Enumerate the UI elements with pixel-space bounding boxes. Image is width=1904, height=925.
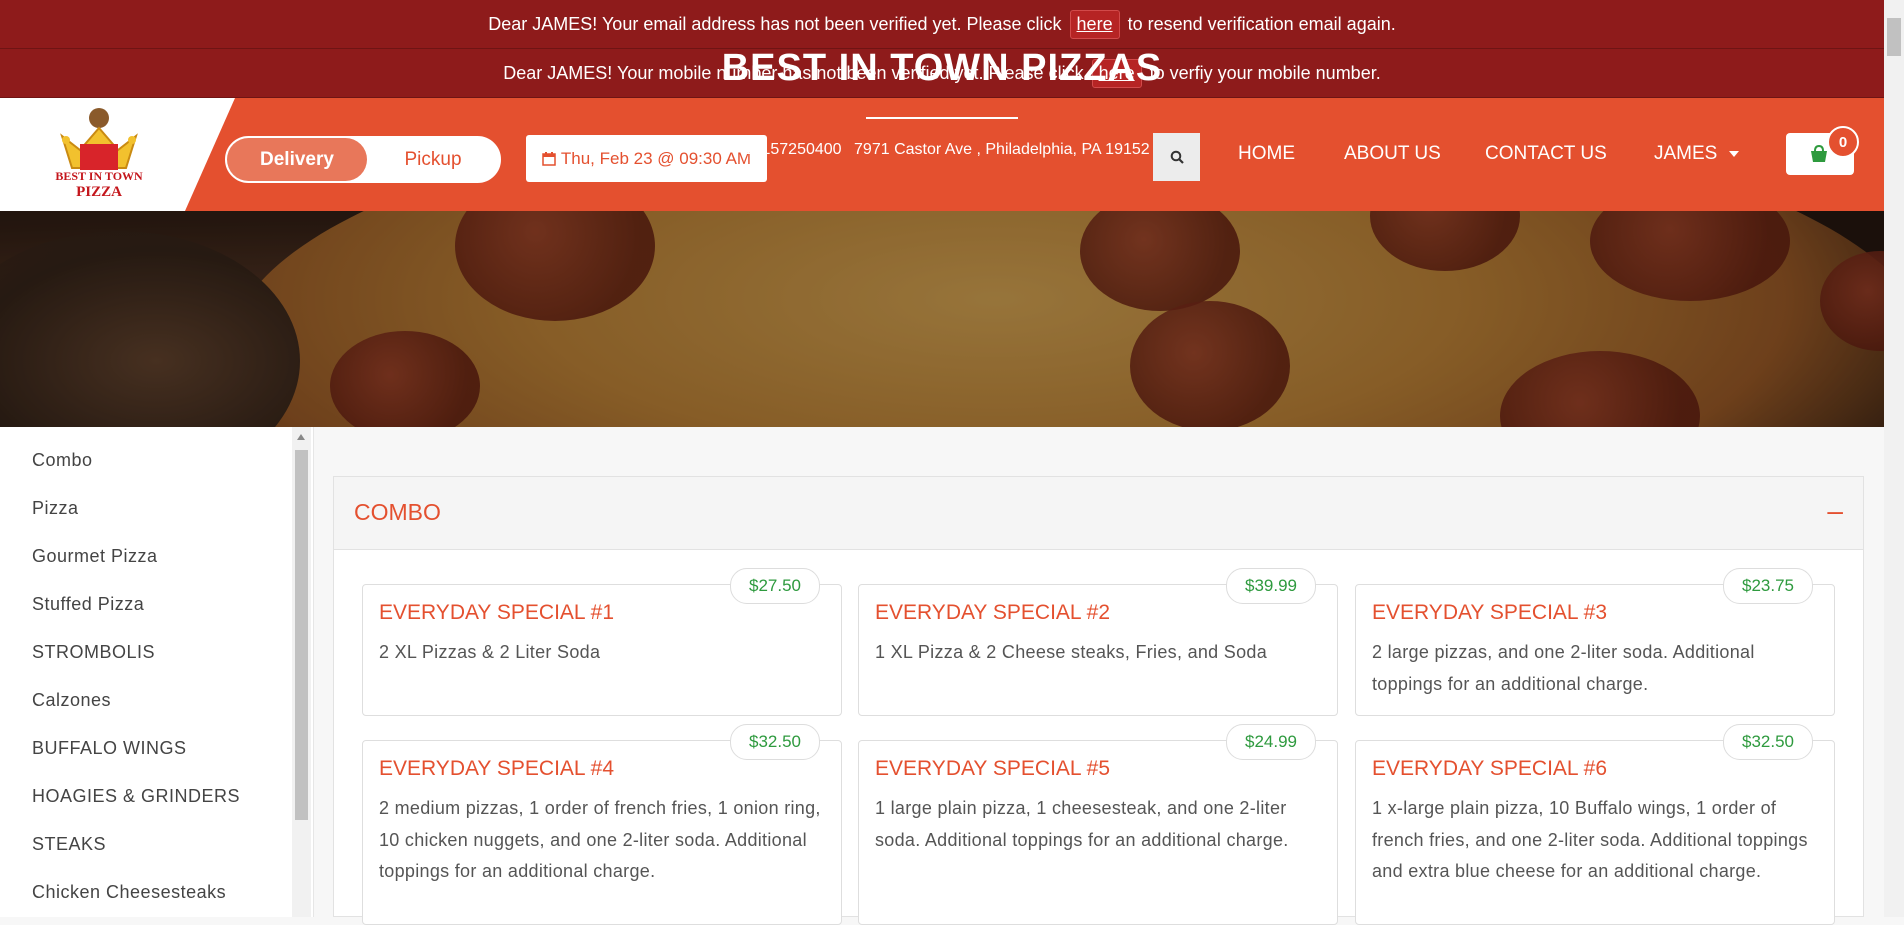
category-sidebar: Combo Pizza Gourmet Pizza Stuffed Pizza STRO… xyxy=(0,427,314,917)
scroll-up-arrow-icon[interactable] xyxy=(297,434,305,440)
menu-item-card[interactable]: EVERYDAY SPECIAL #4 2 medium pizzas, 1 or… xyxy=(362,740,842,925)
menu-item-description: 1 XL Pizza & 2 Cheese steaks, Fries, and… xyxy=(875,642,1268,662)
email-banner-text: Dear JAMES! Your email address has not b… xyxy=(488,13,1062,34)
menu-item-price: $24.99 xyxy=(1226,724,1316,760)
menu-item-name: EVERYDAY SPECIAL #3 xyxy=(1372,601,1608,624)
section-title: COMBO xyxy=(354,499,441,525)
menu-item-price: $32.50 xyxy=(730,724,820,760)
sidebar-category-item[interactable]: HOAGIES & GRINDERS xyxy=(32,776,240,824)
sidebar-scroll-thumb[interactable] xyxy=(295,450,308,820)
menu-item-description: 2 large pizzas, and one 2-liter soda. Ad… xyxy=(1372,642,1755,694)
menu-item-description: 2 medium pizzas, 1 order of french fries… xyxy=(379,798,821,881)
page-scroll-thumb[interactable] xyxy=(1887,18,1901,56)
email-verification-banner: Dear JAMES! Your email address has not b… xyxy=(0,0,1884,49)
menu-item-name: EVERYDAY SPECIAL #1 xyxy=(379,601,615,624)
sidebar-category-item[interactable]: Chicken Cheesesteaks xyxy=(32,872,240,920)
sidebar-category-item[interactable]: BUFFALO WINGS xyxy=(32,728,240,776)
page-scrollbar[interactable] xyxy=(1884,0,1904,917)
category-list: Combo Pizza Gourmet Pizza Stuffed Pizza STRO… xyxy=(32,440,240,920)
restaurant-address: 7971 Castor Ave , Philadelphia, PA 19152 xyxy=(854,141,1150,158)
sidebar-category-item[interactable]: Combo xyxy=(32,440,240,488)
menu-item-description: 1 x-large plain pizza, 10 Buffalo wings,… xyxy=(1372,798,1808,881)
menu-item-price: $27.50 xyxy=(730,568,820,604)
menu-item-description: 2 XL Pizzas & 2 Liter Soda xyxy=(379,642,601,662)
sidebar-category-item[interactable]: STEAKS xyxy=(32,824,240,872)
restaurant-name: BEST IN TOWN PIZZAS xyxy=(721,47,1163,89)
menu-item-name: EVERYDAY SPECIAL #4 xyxy=(379,757,615,780)
sidebar-category-item[interactable]: Calzones xyxy=(32,680,240,728)
logo-text-bottom: PIZZA xyxy=(76,184,122,200)
section-header[interactable]: COMBO – xyxy=(334,477,1863,550)
sidebar-category-item[interactable]: Pizza xyxy=(32,488,240,536)
collapse-icon[interactable]: – xyxy=(1827,495,1843,527)
resend-email-link[interactable]: here xyxy=(1069,9,1120,39)
menu-item-price: $39.99 xyxy=(1226,568,1316,604)
hero-banner xyxy=(0,211,1884,427)
menu-item-name: EVERYDAY SPECIAL #6 xyxy=(1372,757,1608,780)
logo-text-top: BEST IN TOWN xyxy=(55,169,143,183)
menu-item-card[interactable]: EVERYDAY SPECIAL #6 1 x-large plain pizza… xyxy=(1355,740,1835,925)
hero-divider xyxy=(866,117,1018,119)
menu-item-price: $23.75 xyxy=(1723,568,1813,604)
menu-item-description: 1 large plain pizza, 1 cheesesteak, and … xyxy=(875,798,1289,850)
menu-item-name: EVERYDAY SPECIAL #2 xyxy=(875,601,1111,624)
menu-item-price: $32.50 xyxy=(1723,724,1813,760)
sidebar-category-item[interactable]: STROMBOLIS xyxy=(32,632,240,680)
sidebar-category-item[interactable]: Gourmet Pizza xyxy=(32,536,240,584)
menu-item-card[interactable]: EVERYDAY SPECIAL #5 1 large plain pizza, … xyxy=(858,740,1338,925)
restaurant-contact: +12157250400 7971 Castor Ave , Philadelp… xyxy=(0,141,1884,159)
restaurant-phone[interactable]: +12157250400 xyxy=(734,141,841,158)
menu-item-name: EVERYDAY SPECIAL #5 xyxy=(875,757,1111,780)
sidebar-category-item[interactable]: Stuffed Pizza xyxy=(32,584,240,632)
email-banner-text-end: to resend verification email again. xyxy=(1127,13,1396,34)
